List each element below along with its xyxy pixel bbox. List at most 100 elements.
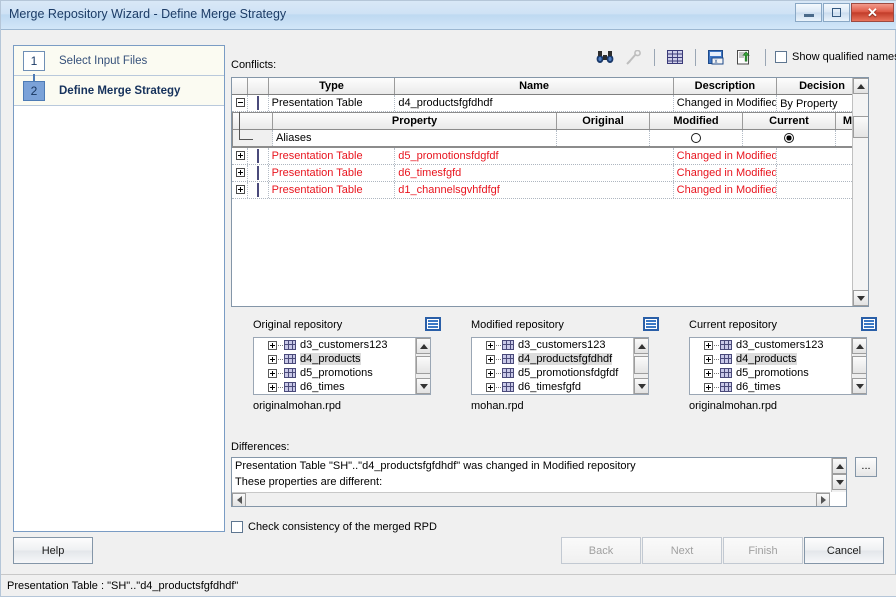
conflicts-grid[interactable]: Type Name Description Decision Presentat… [231, 77, 869, 307]
table-row[interactable]: Presentation Table d1_channelsgvhfdfgf C… [232, 182, 868, 199]
tree-item[interactable]: d5_promotions [254, 366, 430, 380]
expand-icon[interactable] [268, 354, 277, 364]
grid-header-type[interactable]: Type [268, 78, 396, 94]
scrollbar-thumb[interactable] [853, 116, 868, 138]
scroll-right-button[interactable] [816, 493, 830, 506]
radio-current-selected[interactable] [784, 133, 794, 143]
grid-header-description[interactable]: Description [673, 78, 777, 94]
close-button[interactable]: ✕ [851, 3, 894, 22]
help-button[interactable]: Help [13, 537, 93, 564]
sidebar-step-select-input-files[interactable]: 1 Select Input Files [14, 46, 224, 88]
expand-icon[interactable] [704, 368, 713, 378]
expand-icon[interactable] [704, 340, 713, 350]
row-expander[interactable] [232, 182, 248, 198]
scroll-down-button[interactable] [852, 378, 866, 394]
differences-textarea[interactable]: Presentation Table "SH".."d4_productsfgf… [231, 457, 847, 507]
scroll-up-button[interactable] [416, 338, 430, 354]
cancel-button[interactable]: Cancel [804, 537, 884, 564]
properties-icon[interactable] [643, 317, 659, 331]
subgrid-radio-current[interactable] [743, 130, 836, 146]
tree-item[interactable]: d6_times [690, 380, 866, 394]
expand-icon[interactable] [236, 151, 246, 160]
tree-item[interactable]: d3_customers123 [690, 338, 866, 352]
tree-item[interactable]: d4_products [690, 352, 866, 366]
scrollbar-thumb[interactable] [852, 356, 866, 374]
grid-vertical-scrollbar[interactable] [852, 78, 868, 306]
show-qualified-names-checkbox[interactable]: Show qualified names [775, 51, 896, 63]
checkbox-box[interactable] [231, 521, 243, 533]
scrollbar-thumb[interactable] [416, 356, 430, 374]
sidebar-step-define-merge-strategy[interactable]: 2 Define Merge Strategy [14, 76, 224, 106]
grid-icon[interactable] [664, 47, 686, 67]
scroll-down-button[interactable] [634, 378, 648, 394]
grid-header-name[interactable]: Name [395, 78, 674, 94]
repository-tree[interactable]: d3_customers123 d4_productsfgfdhdf d5_pr… [471, 337, 649, 395]
scroll-down-button[interactable] [832, 474, 846, 490]
properties-icon[interactable] [861, 317, 877, 331]
table-row[interactable]: Presentation Table d5_promotionsfdgfdf C… [232, 148, 868, 165]
expand-icon[interactable] [486, 368, 495, 378]
subgrid-header-modified[interactable]: Modified [650, 113, 743, 129]
subgrid-radio-modified[interactable] [650, 130, 743, 146]
scroll-up-button[interactable] [832, 458, 846, 474]
tree-item[interactable]: d3_customers123 [472, 338, 648, 352]
repository-tree[interactable]: d3_customers123 d4_products d5_promotion… [253, 337, 431, 395]
scroll-left-button[interactable] [232, 493, 246, 506]
step-number: 1 [23, 50, 45, 71]
expand-icon[interactable] [268, 340, 277, 350]
minimize-button[interactable] [795, 3, 822, 22]
binoculars-icon[interactable] [594, 47, 616, 67]
expand-icon[interactable] [268, 368, 277, 378]
properties-icon[interactable] [425, 317, 441, 331]
tree-scrollbar[interactable] [633, 338, 648, 394]
tree-item[interactable]: d6_timesfgfd [472, 380, 648, 394]
import-document-icon[interactable] [734, 47, 756, 67]
tree-scrollbar[interactable] [851, 338, 866, 394]
expand-icon[interactable] [704, 354, 713, 364]
expand-icon[interactable] [236, 185, 246, 194]
tree-item[interactable]: d6_times [254, 380, 430, 394]
radio-modified[interactable] [691, 133, 701, 143]
table-icon [284, 382, 296, 392]
expand-icon[interactable] [704, 382, 713, 392]
expand-icon[interactable] [486, 382, 495, 392]
subgrid-header-property[interactable]: Property [273, 113, 557, 129]
restore-button[interactable] [823, 3, 850, 22]
expand-icon[interactable] [236, 168, 246, 177]
row-expander[interactable] [232, 148, 248, 164]
scroll-up-button[interactable] [853, 78, 868, 94]
next-button[interactable]: Next [642, 537, 722, 564]
subgrid-header-original[interactable]: Original [557, 113, 650, 129]
tree-item[interactable]: d4_products [254, 352, 430, 366]
subgrid-row[interactable]: Aliases [233, 130, 868, 147]
table-row[interactable]: Presentation Table d6_timesfgfd Changed … [232, 165, 868, 182]
tree-item[interactable]: d3_customers123 [254, 338, 430, 352]
scroll-down-button[interactable] [853, 290, 868, 306]
tree-item[interactable]: d5_promotionsfdgfdf [472, 366, 648, 380]
subgrid-header-current[interactable]: Current [743, 113, 836, 129]
differences-more-button[interactable]: ... [855, 457, 877, 477]
differences-horizontal-scrollbar[interactable] [232, 492, 830, 506]
repository-tree[interactable]: d3_customers123 d4_products d5_promotion… [689, 337, 867, 395]
collapse-icon[interactable] [236, 98, 246, 107]
check-consistency-checkbox[interactable]: Check consistency of the merged RPD [231, 521, 437, 533]
subgrid[interactable]: Property Original Modified Current Merge… [232, 112, 868, 148]
export-excel-icon[interactable]: x [705, 47, 727, 67]
table-row[interactable]: Presentation Table d4_productsfgfdhdf Ch… [232, 95, 868, 112]
scroll-down-button[interactable] [416, 378, 430, 394]
tree-scrollbar[interactable] [415, 338, 430, 394]
expand-icon[interactable] [486, 354, 495, 364]
scroll-up-button[interactable] [634, 338, 648, 354]
expand-icon[interactable] [268, 382, 277, 392]
finish-button[interactable]: Finish [723, 537, 803, 564]
scrollbar-thumb[interactable] [634, 356, 648, 374]
tree-item[interactable]: d4_productsfgfdhdf [472, 352, 648, 366]
expand-icon[interactable] [486, 340, 495, 350]
row-expander[interactable] [232, 165, 248, 181]
scroll-up-button[interactable] [852, 338, 866, 354]
checkbox-box[interactable] [775, 51, 787, 63]
back-button[interactable]: Back [561, 537, 641, 564]
row-expander[interactable] [232, 95, 248, 111]
differences-vertical-scrollbar[interactable] [831, 458, 846, 492]
tree-item[interactable]: d5_promotions [690, 366, 866, 380]
